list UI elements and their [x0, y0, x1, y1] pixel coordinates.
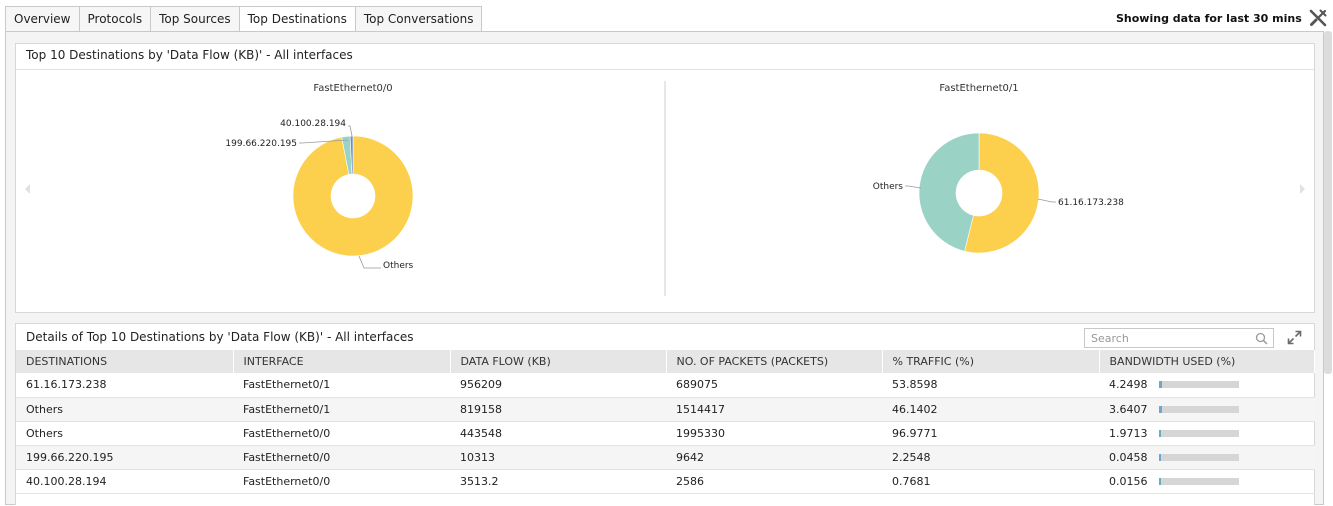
bandwidth-bar-fill	[1159, 381, 1162, 389]
search-box[interactable]	[1084, 328, 1274, 348]
cell-bandwidth: 3.6407	[1099, 397, 1315, 422]
bandwidth-value: 1.9713	[1109, 426, 1148, 440]
bandwidth-bar-fill	[1159, 477, 1161, 485]
cell-packets: 2586	[666, 469, 882, 494]
column-header-interface[interactable]: INTERFACE	[233, 350, 451, 373]
tab-top-sources[interactable]: Top Sources	[150, 6, 239, 32]
label-connector	[358, 255, 381, 269]
bandwidth-value: 3.6407	[1109, 402, 1148, 416]
cell-packets: 1514417	[666, 397, 882, 422]
column-header-data-flow[interactable]: DATA FLOW (KB)	[450, 350, 667, 373]
column-header-destinations[interactable]: DESTINATIONS	[16, 350, 234, 373]
bandwidth-value: 4.2498	[1109, 378, 1148, 392]
chart-panel: Top 10 Destinations by 'Data Flow (KB)' …	[15, 43, 1315, 313]
table-row[interactable]: Others FastEthernet0/1 819158 1514417 46…	[16, 397, 1315, 422]
cell-bandwidth: 0.0156	[1099, 469, 1315, 494]
cell-interface: FastEthernet0/1	[233, 397, 450, 422]
table-row[interactable]: 199.66.220.195 FastEthernet0/0 10313 964…	[16, 445, 1315, 470]
bandwidth-bar-fill	[1159, 453, 1161, 461]
search-icon[interactable]	[1255, 332, 1268, 345]
bandwidth-bar	[1159, 429, 1239, 437]
tab-protocols[interactable]: Protocols	[78, 6, 151, 32]
chart-title: FastEthernet0/1	[939, 83, 1018, 94]
bandwidth-bar-fill	[1159, 429, 1161, 437]
bandwidth-bar	[1159, 405, 1239, 413]
cell-packets: 689075	[666, 373, 882, 398]
cell-bandwidth: 1.9713	[1099, 421, 1315, 446]
column-header-bandwidth[interactable]: BANDWIDTH USED (%)	[1099, 350, 1315, 373]
slice-label: 40.100.28.194	[280, 119, 346, 129]
column-header-packets[interactable]: NO. OF PACKETS (PACKETS)	[666, 350, 883, 373]
cell-destination: Others	[16, 397, 233, 422]
cell-data-flow: 443548	[450, 421, 666, 446]
cell-destination: 199.66.220.195	[16, 445, 233, 470]
cell-traffic: 46.1402	[882, 397, 1099, 422]
cell-data-flow: 10313	[450, 445, 666, 470]
bandwidth-value: 0.0458	[1109, 450, 1148, 464]
tab-top-destinations[interactable]: Top Destinations	[238, 6, 355, 32]
slice-label: 61.16.173.238	[1058, 198, 1124, 208]
time-range-label: Showing data for last 30 mins	[1116, 12, 1302, 25]
cell-data-flow: 819158	[450, 397, 666, 422]
cell-packets: 9642	[666, 445, 882, 470]
column-header-traffic[interactable]: % TRAFFIC (%)	[882, 350, 1100, 373]
cell-destination: 40.100.28.194	[16, 469, 233, 494]
table-row[interactable]: 40.100.28.194 FastEthernet0/0 3513.2 258…	[16, 469, 1315, 494]
cell-data-flow: 3513.2	[450, 469, 666, 494]
cell-interface: FastEthernet0/0	[233, 469, 450, 494]
bandwidth-value: 0.0156	[1109, 474, 1148, 488]
destinations-table: DESTINATIONS INTERFACE DATA FLOW (KB) NO…	[16, 350, 1315, 494]
cell-interface: FastEthernet0/0	[233, 445, 450, 470]
tab-overview[interactable]: Overview	[5, 6, 79, 32]
cell-traffic: 0.7681	[882, 469, 1099, 494]
table-panel: Details of Top 10 Destinations by 'Data …	[15, 323, 1315, 505]
slice-label: Others	[873, 182, 904, 192]
cell-packets: 1995330	[666, 421, 882, 446]
chevron-left-icon[interactable]	[25, 184, 30, 194]
bandwidth-bar-fill	[1159, 405, 1162, 413]
tab-top-conversations[interactable]: Top Conversations	[354, 6, 483, 32]
bandwidth-bar	[1159, 381, 1239, 389]
cell-destination: 61.16.173.238	[16, 373, 233, 398]
slice-label: Others	[383, 261, 414, 271]
tab-bar: Overview Protocols Top Sources Top Desti…	[5, 6, 483, 32]
cell-bandwidth: 4.2498	[1099, 373, 1315, 398]
label-connector	[1037, 198, 1056, 203]
expand-icon[interactable]	[1287, 330, 1302, 345]
bandwidth-bar	[1159, 453, 1239, 461]
cell-traffic: 2.2548	[882, 445, 1099, 470]
cell-interface: FastEthernet0/0	[233, 421, 450, 446]
tools-icon[interactable]	[1309, 9, 1327, 27]
label-connector	[348, 125, 353, 137]
chevron-right-icon[interactable]	[1300, 184, 1305, 194]
slice-label: 199.66.220.195	[225, 139, 297, 149]
cell-data-flow: 956209	[450, 373, 666, 398]
chart-title: FastEthernet0/0	[313, 83, 392, 94]
label-connector	[905, 185, 922, 189]
search-input[interactable]	[1085, 329, 1250, 347]
table-row[interactable]: 61.16.173.238 FastEthernet0/1 956209 689…	[16, 373, 1315, 398]
cell-traffic: 96.9771	[882, 421, 1099, 446]
table-row[interactable]: Others FastEthernet0/0 443548 1995330 96…	[16, 421, 1315, 446]
cell-interface: FastEthernet0/1	[233, 373, 450, 398]
table-panel-title: Details of Top 10 Destinations by 'Data …	[26, 330, 414, 344]
cell-bandwidth: 0.0458	[1099, 445, 1315, 470]
cell-traffic: 53.8598	[882, 373, 1099, 398]
charts-area: FastEthernet0/0 Others 199.66.220.195 40.10…	[25, 81, 1305, 296]
cell-destination: Others	[16, 421, 233, 446]
table-header-row: DESTINATIONS INTERFACE DATA FLOW (KB) NO…	[16, 350, 1315, 373]
vertical-scrollbar[interactable]	[1324, 31, 1332, 374]
bandwidth-bar	[1159, 477, 1239, 485]
